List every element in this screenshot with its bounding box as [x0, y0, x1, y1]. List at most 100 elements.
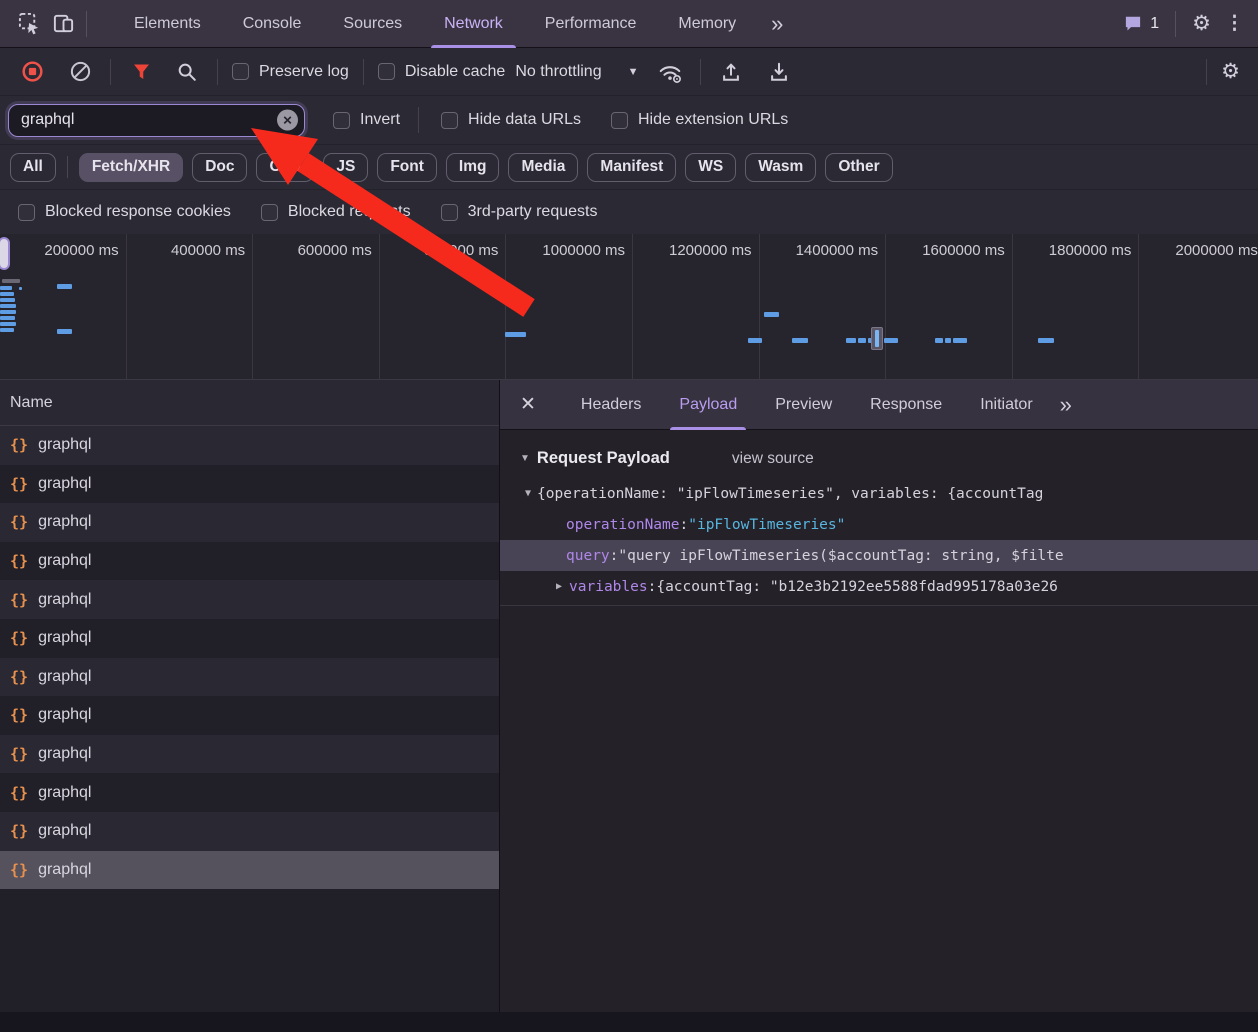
request-type-filters: All Fetch/XHR Doc CSS JS Font Img Media Manifest… [0, 145, 1258, 190]
throttling-select[interactable]: No throttling ▼ [515, 63, 638, 81]
invert-checkbox[interactable]: Invert [333, 111, 400, 129]
filter-pill-other[interactable]: Other [825, 153, 892, 182]
payload-entry-variables[interactable]: ▶variables: {accountTag: "b12e3b2192ee55… [500, 571, 1258, 602]
table-row[interactable]: {}graphql [0, 773, 499, 812]
network-overview-timeline[interactable]: 200000 ms400000 ms600000 ms800000 ms1000… [0, 234, 1258, 380]
inspect-element-icon[interactable] [12, 7, 46, 41]
3rd-party-requests-checkbox[interactable]: 3rd-party requests [441, 203, 598, 221]
request-timing-bar [792, 338, 808, 343]
json-braces-icon: {} [10, 822, 28, 840]
filter-pill-doc[interactable]: Doc [192, 153, 247, 182]
request-timing-bar [875, 330, 879, 347]
close-icon[interactable]: ✕ [520, 393, 536, 416]
tab-performance[interactable]: Performance [524, 0, 658, 48]
clear-network-log-icon[interactable] [64, 56, 96, 88]
filter-text-input[interactable] [9, 111, 304, 129]
detail-tab-preview[interactable]: Preview [756, 380, 851, 430]
json-braces-icon: {} [10, 745, 28, 763]
filter-pill-js[interactable]: JS [323, 153, 368, 182]
divider [700, 59, 701, 85]
more-tabs-icon[interactable]: » [757, 11, 795, 37]
devtools-tab-bar: ElementsConsoleSourcesNetworkPerformance… [0, 0, 1258, 48]
table-row[interactable]: {} graphql [0, 658, 499, 697]
record-network-log-icon[interactable] [16, 56, 48, 88]
checkbox [261, 204, 278, 221]
tab-sources[interactable]: Sources [322, 0, 423, 48]
table-row[interactable]: {}graphql [0, 465, 499, 504]
filter-pill-css[interactable]: CSS [256, 153, 314, 182]
filter-pill-wasm[interactable]: Wasm [745, 153, 816, 182]
filter-pill-all[interactable]: All [10, 153, 56, 182]
collapse-triangle-icon[interactable]: ▼ [525, 488, 531, 499]
request-name: graphql [38, 668, 91, 686]
detail-tab-response[interactable]: Response [851, 380, 961, 430]
request-timing-bar [0, 310, 16, 314]
checkbox [441, 204, 458, 221]
kebab-menu-icon[interactable]: ⋮ [1225, 14, 1244, 33]
name-column-header[interactable]: Name [0, 380, 499, 426]
request-timing-bar [953, 338, 967, 343]
detail-tab-initiator[interactable]: Initiator [961, 380, 1051, 430]
table-row[interactable]: {}graphql [0, 851, 499, 890]
network-settings-gear-icon[interactable]: ⚙ [1221, 61, 1240, 82]
json-braces-icon: {} [10, 552, 28, 570]
table-row[interactable]: {}graphql [0, 580, 499, 619]
detail-tab-headers[interactable]: Headers [562, 380, 660, 430]
table-row[interactable]: {}graphql [0, 696, 499, 735]
timeline-scroll-handle[interactable] [0, 237, 10, 270]
request-timing-bar [0, 292, 14, 296]
timeline-bars [0, 234, 1258, 379]
json-braces-icon: {} [10, 706, 28, 724]
table-row[interactable]: {}graphql [0, 542, 499, 581]
json-braces-icon: {} [10, 784, 28, 802]
request-timing-bar [0, 298, 15, 302]
payload-entry-operationName[interactable]: operationName: "ipFlowTimeseries" [500, 509, 1258, 540]
filter-pill-img[interactable]: Img [446, 153, 500, 182]
settings-gear-icon[interactable]: ⚙ [1192, 13, 1211, 34]
tab-memory[interactable]: Memory [657, 0, 757, 48]
payload-key: query [566, 548, 610, 564]
import-har-icon[interactable] [715, 56, 747, 88]
filter-pill-ws[interactable]: WS [685, 153, 736, 182]
view-source-link[interactable]: view source [732, 450, 814, 468]
json-braces-icon: {} [10, 668, 28, 686]
divider [1206, 59, 1207, 85]
detail-tab-payload[interactable]: Payload [660, 380, 756, 430]
device-toolbar-icon[interactable] [46, 7, 80, 41]
request-timing-bar [884, 338, 898, 343]
filter-pill-manifest[interactable]: Manifest [587, 153, 676, 182]
table-row[interactable]: {}graphql [0, 426, 499, 465]
payload-root-row[interactable]: ▼ {operationName: "ipFlowTimeseries", va… [500, 478, 1258, 509]
request-detail-pane: ✕ HeadersPayloadPreviewResponseInitiator… [500, 380, 1258, 1012]
tab-elements[interactable]: Elements [113, 0, 222, 48]
request-name: graphql [38, 475, 91, 493]
search-icon[interactable] [171, 56, 203, 88]
tab-network[interactable]: Network [423, 0, 524, 48]
filter-pill-fetch-xhr[interactable]: Fetch/XHR [79, 153, 183, 182]
hide-extension-urls-checkbox[interactable]: Hide extension URLs [611, 111, 788, 129]
preserve-log-checkbox[interactable]: Preserve log [232, 63, 349, 81]
collapse-triangle-icon[interactable]: ▼ [520, 453, 530, 464]
clear-filter-icon[interactable]: ✕ [277, 110, 298, 131]
disable-cache-checkbox[interactable]: Disable cache [378, 63, 506, 81]
network-conditions-icon[interactable] [654, 56, 686, 88]
checkbox [441, 112, 458, 129]
table-row[interactable]: {}graphql [0, 619, 499, 658]
blocked-response-cookies-checkbox[interactable]: Blocked response cookies [18, 203, 231, 221]
payload-entry-query[interactable]: query: "query ipFlowTimeseries($accountT… [500, 540, 1258, 571]
filter-pill-font[interactable]: Font [377, 153, 437, 182]
expand-triangle-icon[interactable]: ▶ [556, 581, 562, 592]
table-row[interactable]: {}graphql [0, 735, 499, 774]
filter-funnel-icon[interactable] [125, 56, 157, 88]
more-detail-tabs-icon[interactable]: » [1052, 392, 1078, 418]
table-row[interactable]: {}graphql [0, 812, 499, 851]
request-timing-bar [505, 332, 526, 337]
tab-console[interactable]: Console [222, 0, 323, 48]
blocked-requests-checkbox[interactable]: Blocked requests [261, 203, 411, 221]
export-har-icon[interactable] [763, 56, 795, 88]
table-row[interactable]: {}graphql [0, 503, 499, 542]
hide-data-urls-checkbox[interactable]: Hide data URLs [441, 111, 581, 129]
filter-pill-media[interactable]: Media [508, 153, 578, 182]
issues-message-button[interactable]: 1 [1123, 14, 1159, 33]
payload-key: variables [569, 579, 648, 595]
